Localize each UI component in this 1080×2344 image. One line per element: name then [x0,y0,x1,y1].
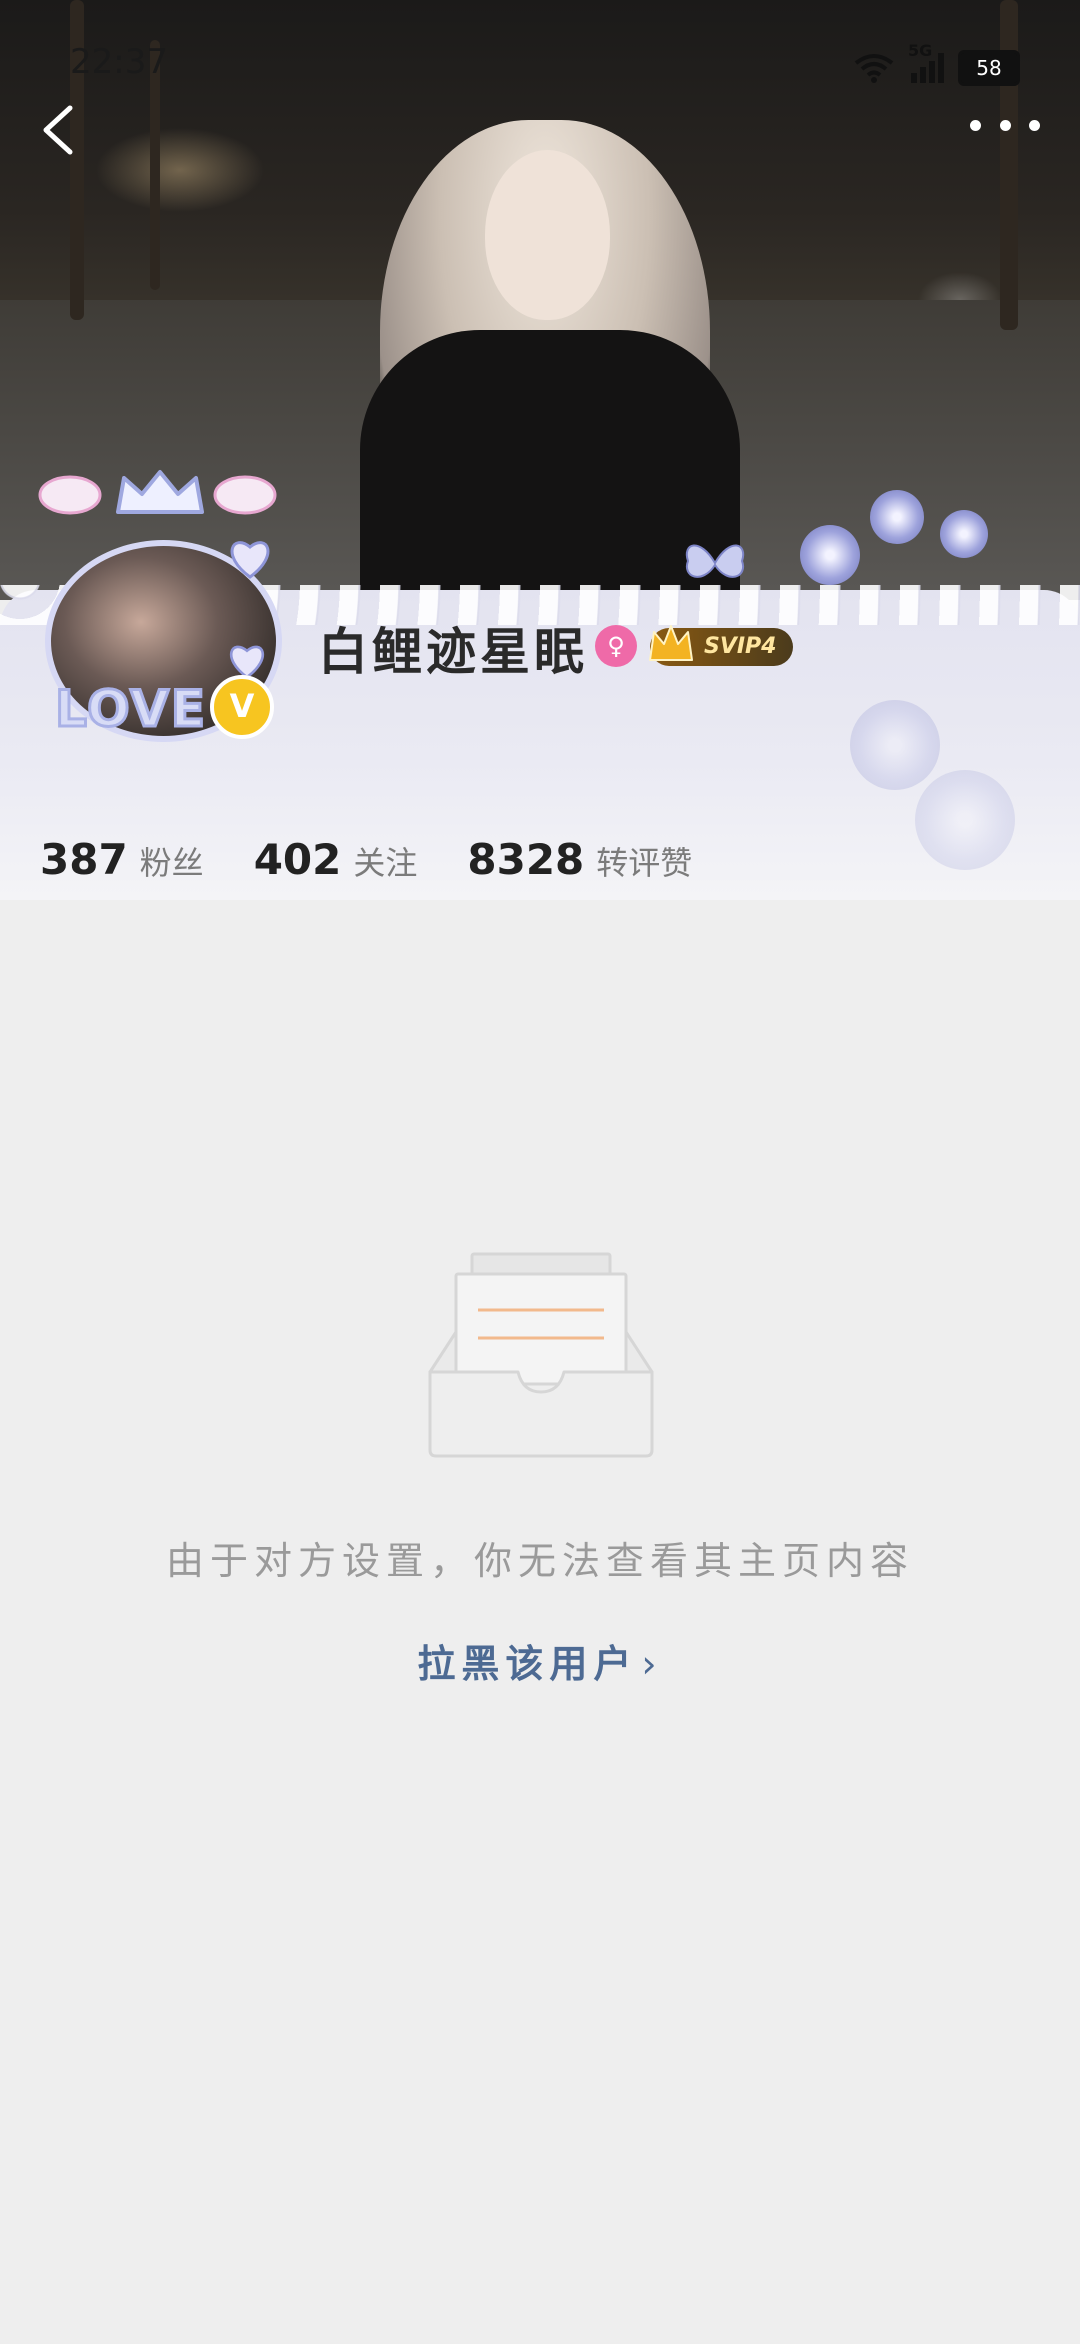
stat-followers[interactable]: 387 粉丝 [40,835,204,884]
block-user-link[interactable]: 拉黑该用户 › [0,1633,1080,1688]
chevron-left-icon [43,105,73,155]
more-dot-icon [1029,119,1040,131]
following-label: 关注 [353,844,418,882]
back-button[interactable] [30,100,90,160]
status-time: 22:37 [70,42,168,82]
followers-label: 粉丝 [139,844,204,882]
signal-icon: 5G [908,41,944,83]
flower-decoration [870,490,924,544]
profile-stats: 387 粉丝 402 关注 8328 转评赞 [40,835,692,884]
flower-decoration [915,770,1015,870]
flower-decoration [940,510,988,558]
more-options-button[interactable] [970,105,1040,145]
chevron-right-icon: › [641,1642,663,1686]
flower-decoration [850,700,940,790]
vip-crown-icon [649,625,693,661]
interactions-count: 8328 [467,835,585,884]
avatar-frame-love-text: LOVE [53,679,208,740]
stat-interactions[interactable]: 8328 转评赞 [467,835,692,884]
profile-username: 白鲤迹星眠 [318,623,588,681]
svip-level-label: SVIP4 [704,634,777,659]
heart-icon [230,541,270,579]
stat-following[interactable]: 402 关注 [254,835,418,884]
wing-decoration-icon [38,475,102,515]
status-icons: 5G 58 [854,41,1020,86]
battery-level: 58 [976,56,1002,80]
following-count: 402 [253,835,342,884]
heart-icon [229,645,265,679]
flower-decoration [800,525,860,585]
cover-person-face [485,150,610,320]
followers-count: 387 [40,835,128,884]
gender-female-icon: ♀ [595,625,637,667]
interactions-label: 转评赞 [596,844,693,882]
wing-decoration-icon [213,475,277,515]
battery-icon: 58 [958,50,1020,86]
svip-badge[interactable]: SVIP4 [649,625,793,666]
crown-icon [116,470,204,514]
wifi-icon [854,54,894,83]
butterfly-icon [685,544,745,578]
empty-inbox-icon [428,1252,654,1458]
empty-state-message: 由于对方设置，你无法查看其主页内容 [165,1539,914,1583]
more-dot-icon [970,119,981,131]
network-type: 5G [908,41,933,60]
more-dot-icon [999,119,1011,131]
verified-badge-icon[interactable]: V [210,675,274,739]
block-user-label: 拉黑该用户 [417,1642,638,1686]
